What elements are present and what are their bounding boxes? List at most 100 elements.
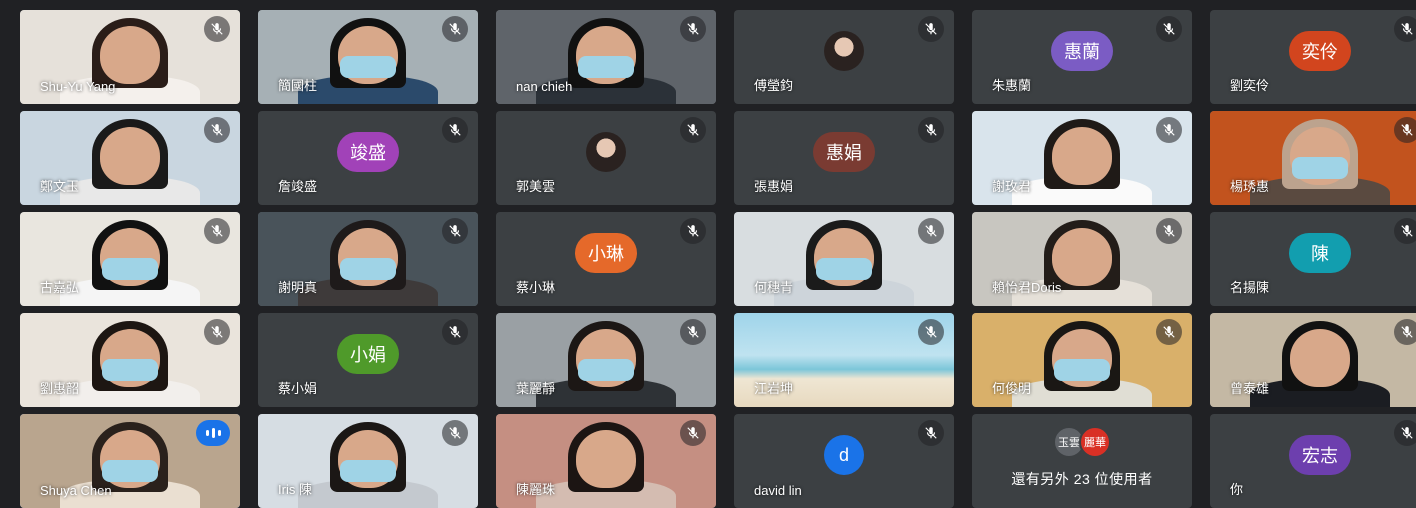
avatar: [824, 31, 864, 72]
participant-name: 謝明真: [278, 280, 318, 295]
participant-name: 名揚陳: [1230, 280, 1270, 295]
overflow-avatars: 玉雲 麗華: [1053, 426, 1111, 459]
mic-off-icon: [680, 420, 706, 446]
participant-tile[interactable]: 謝玫君: [972, 111, 1192, 205]
participant-name: 古嘉弘: [40, 280, 80, 295]
mic-off-icon: [680, 16, 706, 42]
participant-name: 何穗青: [754, 280, 794, 295]
mic-off-icon: [442, 16, 468, 42]
participant-name: 郭美雲: [516, 179, 556, 194]
participant-tile[interactable]: 鄭文玉: [20, 111, 240, 205]
avatar: 陳: [1289, 233, 1351, 274]
participant-name: 葉麗靜: [516, 381, 556, 396]
avatar: 奕伶: [1289, 31, 1351, 72]
participant-name: 何俊明: [992, 381, 1032, 396]
avatar: 小琳: [575, 233, 637, 274]
mic-off-icon: [204, 16, 230, 42]
participant-name: Iris 陳: [278, 482, 312, 497]
participant-tile[interactable]: 小琳蔡小琳: [496, 212, 716, 306]
mic-off-icon: [442, 319, 468, 345]
participant-tile[interactable]: 小娟蔡小娟: [258, 313, 478, 407]
participant-name: 劉奕伶: [1230, 78, 1270, 93]
avatar: [586, 132, 626, 173]
avatar: 宏志: [1289, 435, 1351, 476]
participant-tile[interactable]: 傅瑩鈞: [734, 10, 954, 104]
participant-tile[interactable]: 惠娟張惠娟: [734, 111, 954, 205]
participant-tile[interactable]: 楊琇惠: [1210, 111, 1416, 205]
participant-name: 簡國柱: [278, 78, 318, 93]
participant-tile[interactable]: 陳名揚陳: [1210, 212, 1416, 306]
participant-tile[interactable]: 竣盛 詹竣盛: [258, 111, 478, 205]
mic-off-icon: [918, 218, 944, 244]
participant-tile[interactable]: 何穗青: [734, 212, 954, 306]
participant-name: 陳麗珠: [516, 482, 556, 497]
participant-name: 曾泰雄: [1230, 381, 1270, 396]
mic-off-icon: [1394, 117, 1416, 143]
mic-off-icon: [1394, 16, 1416, 42]
mic-off-icon: [1156, 319, 1182, 345]
mic-off-icon: [442, 420, 468, 446]
mic-off-icon: [918, 319, 944, 345]
mic-off-icon: [442, 117, 468, 143]
mic-off-icon: [1156, 218, 1182, 244]
participant-tile[interactable]: 奕伶劉奕伶: [1210, 10, 1416, 104]
mic-off-icon: [680, 117, 706, 143]
participant-name: 傅瑩鈞: [754, 78, 794, 93]
participant-tile[interactable]: 葉麗靜: [496, 313, 716, 407]
mic-off-icon: [918, 16, 944, 42]
mic-off-icon: [1156, 117, 1182, 143]
participant-name: 鄭文玉: [40, 179, 80, 194]
participant-name: 劉惠韶: [40, 381, 80, 396]
participant-tile[interactable]: 惠蘭朱惠蘭: [972, 10, 1192, 104]
participant-name: nan chieh: [516, 79, 573, 94]
participant-tile[interactable]: 簡國柱: [258, 10, 478, 104]
mic-off-icon: [204, 218, 230, 244]
participant-name: 楊琇惠: [1230, 179, 1270, 194]
participant-name: 江岩坤: [754, 381, 794, 396]
mic-off-icon: [1394, 420, 1416, 446]
participant-grid: Shu-Yu Yang 簡國柱 nan chieh 傅瑩鈞 惠蘭 朱惠蘭 奕伶 劉奕伶 鄭文玉竣…: [20, 10, 1416, 508]
participant-tile[interactable]: 陳麗珠: [496, 414, 716, 508]
participant-tile[interactable]: Shu-Yu Yang: [20, 10, 240, 104]
more-participants-label: 還有另外 23 位使用者: [1011, 470, 1153, 487]
participant-tile[interactable]: nan chieh: [496, 10, 716, 104]
participant-name: 蔡小娟: [278, 381, 318, 396]
participant-name: 你: [1230, 482, 1244, 497]
avatar: d: [824, 435, 864, 476]
mic-off-icon: [680, 218, 706, 244]
participant-tile[interactable]: 郭美雲: [496, 111, 716, 205]
participant-tile[interactable]: 古嘉弘: [20, 212, 240, 306]
participant-tile[interactable]: 宏志你: [1210, 414, 1416, 508]
avatar: 小娟: [337, 334, 399, 375]
participant-tile[interactable]: d david lin: [734, 414, 954, 508]
participant-name: 蔡小琳: [516, 280, 556, 295]
mic-off-icon: [1394, 319, 1416, 345]
participant-name: 詹竣盛: [278, 179, 318, 194]
mic-off-icon: [918, 420, 944, 446]
participant-tile[interactable]: 劉惠韶: [20, 313, 240, 407]
participant-tile[interactable]: Shuya Chen: [20, 414, 240, 508]
participant-name: 朱惠蘭: [992, 78, 1032, 93]
avatar: 惠娟: [813, 132, 875, 173]
participant-tile[interactable]: Iris 陳: [258, 414, 478, 508]
participant-tile[interactable]: 賴怡君Doris: [972, 212, 1192, 306]
participant-tile[interactable]: 曾泰雄: [1210, 313, 1416, 407]
mic-off-icon: [680, 319, 706, 345]
participant-name: Shu-Yu Yang: [40, 79, 116, 94]
mic-off-icon: [204, 117, 230, 143]
participant-name: 賴怡君Doris: [992, 280, 1062, 295]
participant-tile[interactable]: 何俊明: [972, 313, 1192, 407]
mic-off-icon: [204, 319, 230, 345]
mic-off-icon: [1156, 16, 1182, 42]
participant-name: Shuya Chen: [40, 483, 112, 498]
participant-name: 謝玫君: [992, 179, 1032, 194]
avatar: 麗華: [1079, 426, 1111, 459]
participant-name: 張惠娟: [754, 179, 794, 194]
participant-name: david lin: [754, 483, 802, 498]
participant-tile[interactable]: 謝明真: [258, 212, 478, 306]
avatar: 惠蘭: [1051, 31, 1113, 72]
audio-level-icon: [196, 420, 230, 446]
participant-tile[interactable]: 江岩坤: [734, 313, 954, 407]
participant-tile[interactable]: 玉雲 麗華還有另外 23 位使用者: [972, 414, 1192, 508]
mic-off-icon: [1394, 218, 1416, 244]
